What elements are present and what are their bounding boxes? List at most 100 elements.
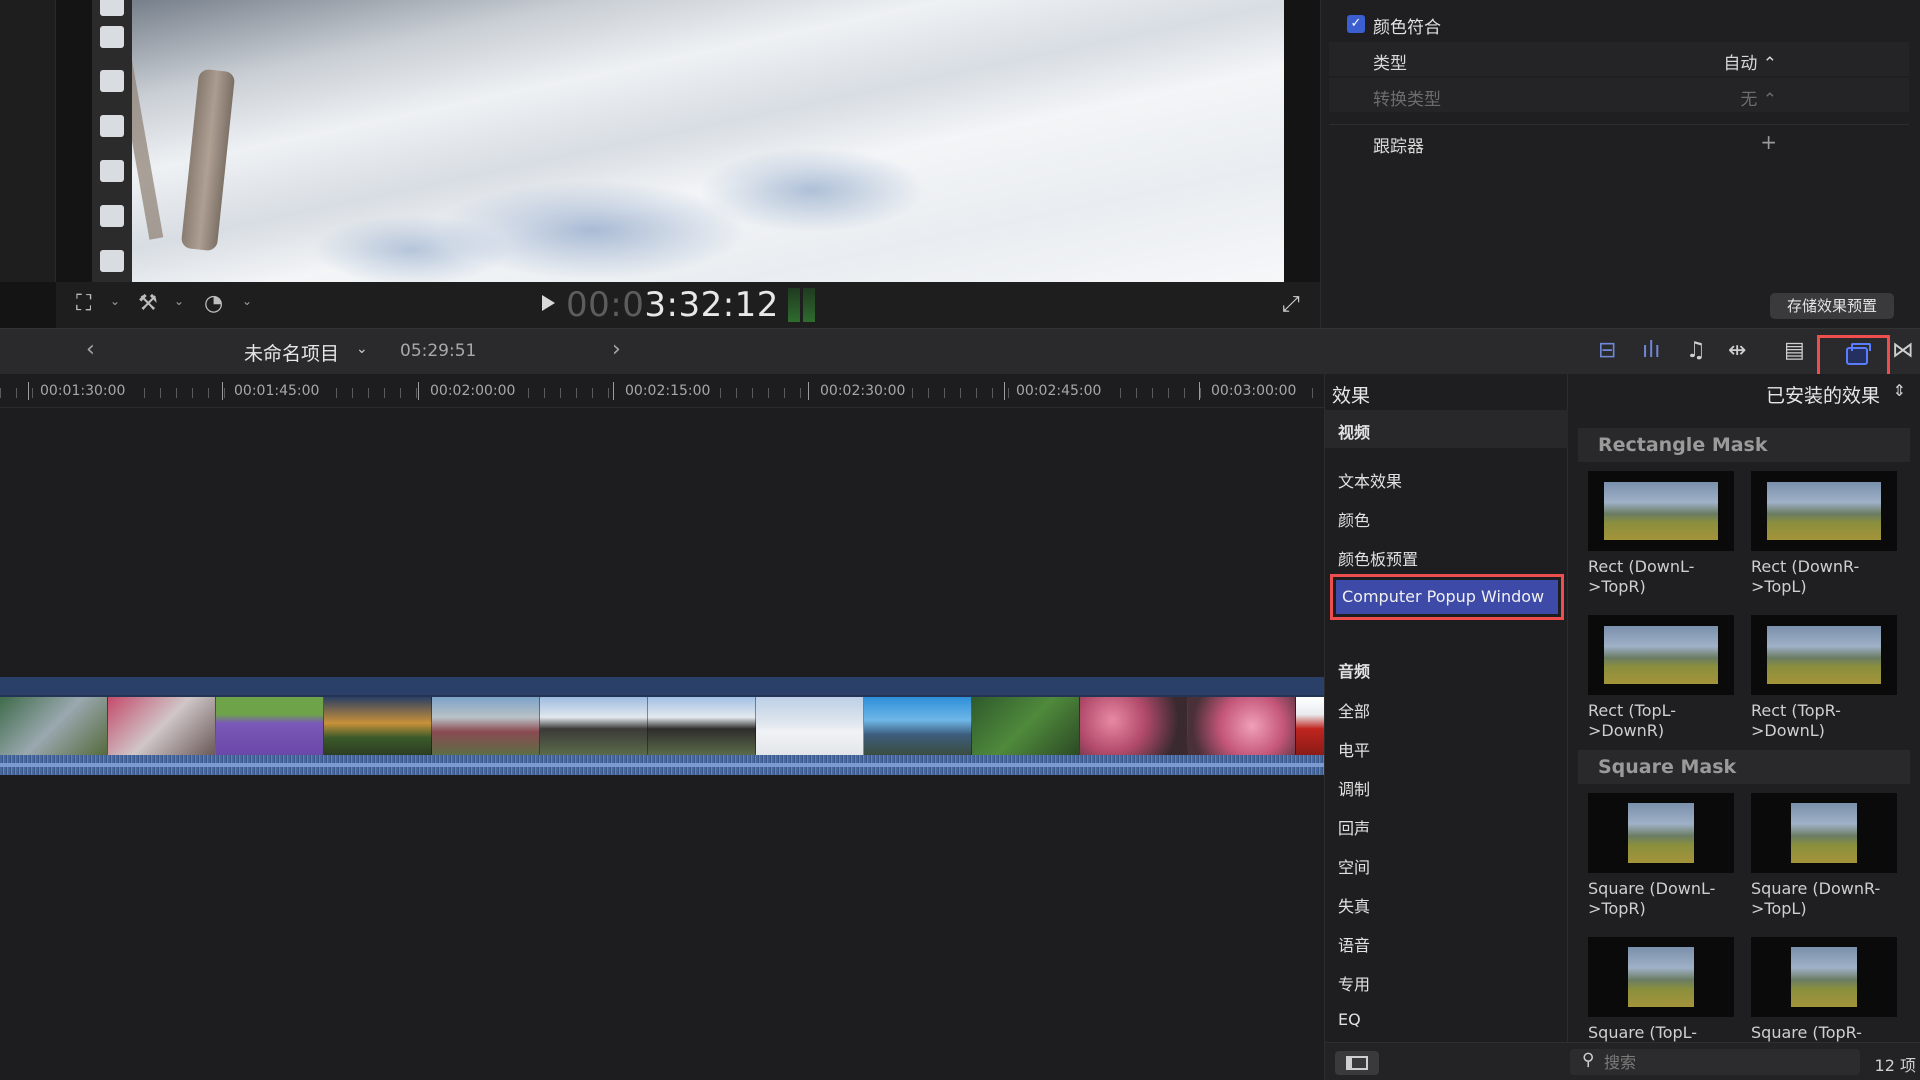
fullscreen-icon[interactable]: ⤢ (1282, 292, 1300, 317)
search-field[interactable]: ⚲ (1570, 1049, 1860, 1075)
category-item[interactable]: 失真 (1338, 893, 1370, 917)
color-match-checkbox[interactable]: ✓ (1347, 15, 1365, 33)
search-icon[interactable]: ⚲ (1582, 1050, 1594, 1070)
audio-meter (788, 288, 815, 322)
clip-thumbnail (1296, 697, 1324, 755)
clip-thumbnail (108, 697, 216, 755)
sidebar-icon (1346, 1056, 1368, 1070)
speedometer-icon[interactable]: ◔ (204, 292, 223, 316)
ruler-tick (1199, 382, 1200, 400)
browser-footer: ⚲ 12 项 (1568, 1042, 1920, 1080)
effect-thumbnail (1588, 793, 1734, 873)
video-preview[interactable] (92, 0, 1284, 282)
conversion-type-label: 转换类型 (1373, 90, 1441, 110)
add-tracker-button[interactable]: + (1760, 130, 1777, 154)
film-hole (100, 160, 124, 182)
ruler-tick (222, 382, 223, 400)
effect-thumbnail (1588, 615, 1734, 695)
effect-item[interactable]: Square (TopL->DownR) (1588, 937, 1734, 1042)
installed-effects-select[interactable]: 已安装的效果 (1766, 381, 1880, 408)
effect-item-label: Rect (DownR->TopL) (1751, 557, 1860, 596)
ruler-tick (418, 382, 419, 400)
clip-thumbnail (432, 697, 540, 755)
effect-item[interactable]: Square (DownR->TopL) (1751, 793, 1897, 919)
effect-item[interactable]: Rect (DownL->TopR) (1588, 471, 1734, 597)
tracker-label: 跟踪器 (1373, 137, 1424, 157)
chevron-down-icon[interactable]: ⌄ (174, 294, 184, 308)
headphones-icon[interactable]: ♫ (1686, 338, 1706, 363)
ruler-label: 00:03:00:00 (1207, 383, 1301, 399)
clip-title-bar[interactable] (0, 677, 1324, 695)
category-header-label: 视频 (1338, 423, 1371, 442)
effect-thumbnail (1751, 937, 1897, 1017)
timeline[interactable]: 00:01:30:00 00:01:45:00 00:02:00:00 00:0… (0, 374, 1324, 1080)
effect-item[interactable]: Square (TopR->DownL) (1751, 937, 1897, 1042)
transitions-icon[interactable]: ⋈ (1892, 338, 1914, 363)
effect-item[interactable]: Rect (TopL->DownR) (1588, 615, 1734, 741)
film-hole (100, 26, 124, 48)
color-match-row[interactable]: ✓ 颜色符合 (1329, 6, 1909, 40)
chevron-down-icon[interactable]: ⌄ (242, 294, 252, 308)
category-item[interactable]: 专用 (1338, 971, 1370, 995)
audio-waveform-center (0, 763, 1324, 767)
effect-item-label: Square (DownR->TopL) (1751, 879, 1881, 918)
tracker-row: 跟踪器 + (1329, 124, 1909, 158)
type-row[interactable]: 类型 自动 ⌃ (1329, 42, 1909, 76)
snapping-icon[interactable]: ⇹ (1728, 338, 1746, 363)
item-count: 12 项 (1874, 1056, 1916, 1075)
color-match-label: 颜色符合 (1373, 18, 1441, 38)
history-forward-icon[interactable]: › (612, 337, 621, 362)
effect-item-label: Square (DownL->TopR) (1588, 879, 1716, 918)
category-item[interactable]: 语音 (1338, 932, 1370, 956)
clip-filmstrip[interactable] (0, 697, 1324, 755)
timeline-ruler[interactable]: 00:01:30:00 00:01:45:00 00:02:00:00 00:0… (0, 374, 1324, 408)
clip-thumbnail (540, 697, 648, 755)
category-item[interactable]: 回声 (1338, 815, 1370, 839)
effect-item-label: Rect (TopL->DownR) (1588, 701, 1677, 740)
search-input[interactable] (1604, 1051, 1844, 1073)
category-item[interactable]: 文本效果 (1338, 468, 1402, 492)
chevron-updown-icon[interactable]: ⇕ (1893, 381, 1906, 400)
filmstrip-overlay (92, 0, 132, 282)
category-item[interactable]: 调制 (1338, 776, 1370, 800)
clip-filmstrip-icon[interactable]: ▤ (1784, 338, 1805, 363)
chevron-down-icon[interactable]: ⌄ (356, 341, 368, 357)
project-name[interactable]: 未命名项目 (244, 339, 339, 366)
ruler-label: 00:01:30:00 (36, 383, 130, 399)
effect-item-label: Rect (DownL->TopR) (1588, 557, 1695, 596)
clip-thumbnail (324, 697, 432, 755)
clip-thumbnail (1188, 697, 1296, 755)
effect-item[interactable]: Rect (TopR->DownL) (1751, 615, 1897, 741)
audio-waveform-icon[interactable]: ılı (1642, 338, 1660, 363)
clip-appearance-icon[interactable]: ⊟ (1598, 338, 1616, 363)
effect-item[interactable]: Rect (DownR->TopL) (1751, 471, 1897, 597)
category-header-video[interactable]: 视频 (1325, 410, 1569, 448)
category-header-audio[interactable]: 音频 (1338, 658, 1370, 682)
effect-item-label: Rect (TopR->DownL) (1751, 701, 1841, 740)
effects-browser-icon[interactable] (1846, 343, 1871, 365)
category-item[interactable]: 颜色 (1338, 507, 1370, 531)
clip-thumbnail (648, 697, 756, 755)
magic-wand-icon[interactable]: ⚒ (138, 292, 158, 316)
category-item[interactable]: 电平 (1338, 737, 1370, 761)
category-item-selected[interactable]: Computer Popup Window (1330, 574, 1564, 620)
transform-icon[interactable]: ⛶ (76, 292, 91, 316)
ruler-label: 00:01:45:00 (230, 383, 324, 399)
ruler-label: 00:02:00:00 (426, 383, 520, 399)
category-item[interactable]: EQ (1338, 1010, 1361, 1029)
history-back-icon[interactable]: ‹ (86, 337, 95, 362)
category-item[interactable]: 全部 (1338, 698, 1370, 722)
category-item[interactable]: 空间 (1338, 854, 1370, 878)
type-select[interactable]: 自动 ⌃ (1723, 49, 1777, 74)
ruler-tick (808, 382, 809, 400)
ruler-tick (1004, 382, 1005, 400)
effect-item[interactable]: Square (DownL->TopR) (1588, 793, 1734, 919)
chevron-down-icon[interactable]: ⌄ (110, 294, 120, 308)
film-hole (100, 0, 124, 16)
timecode-display[interactable]: 00:03:32:12 (566, 285, 779, 325)
clip-thumbnail (972, 697, 1080, 755)
ruler-label: 00:02:15:00 (621, 383, 715, 399)
category-item[interactable]: 颜色板预置 (1338, 546, 1418, 570)
save-effects-preset-button[interactable]: 存储效果预置 (1770, 293, 1894, 319)
play-button[interactable] (542, 295, 555, 311)
